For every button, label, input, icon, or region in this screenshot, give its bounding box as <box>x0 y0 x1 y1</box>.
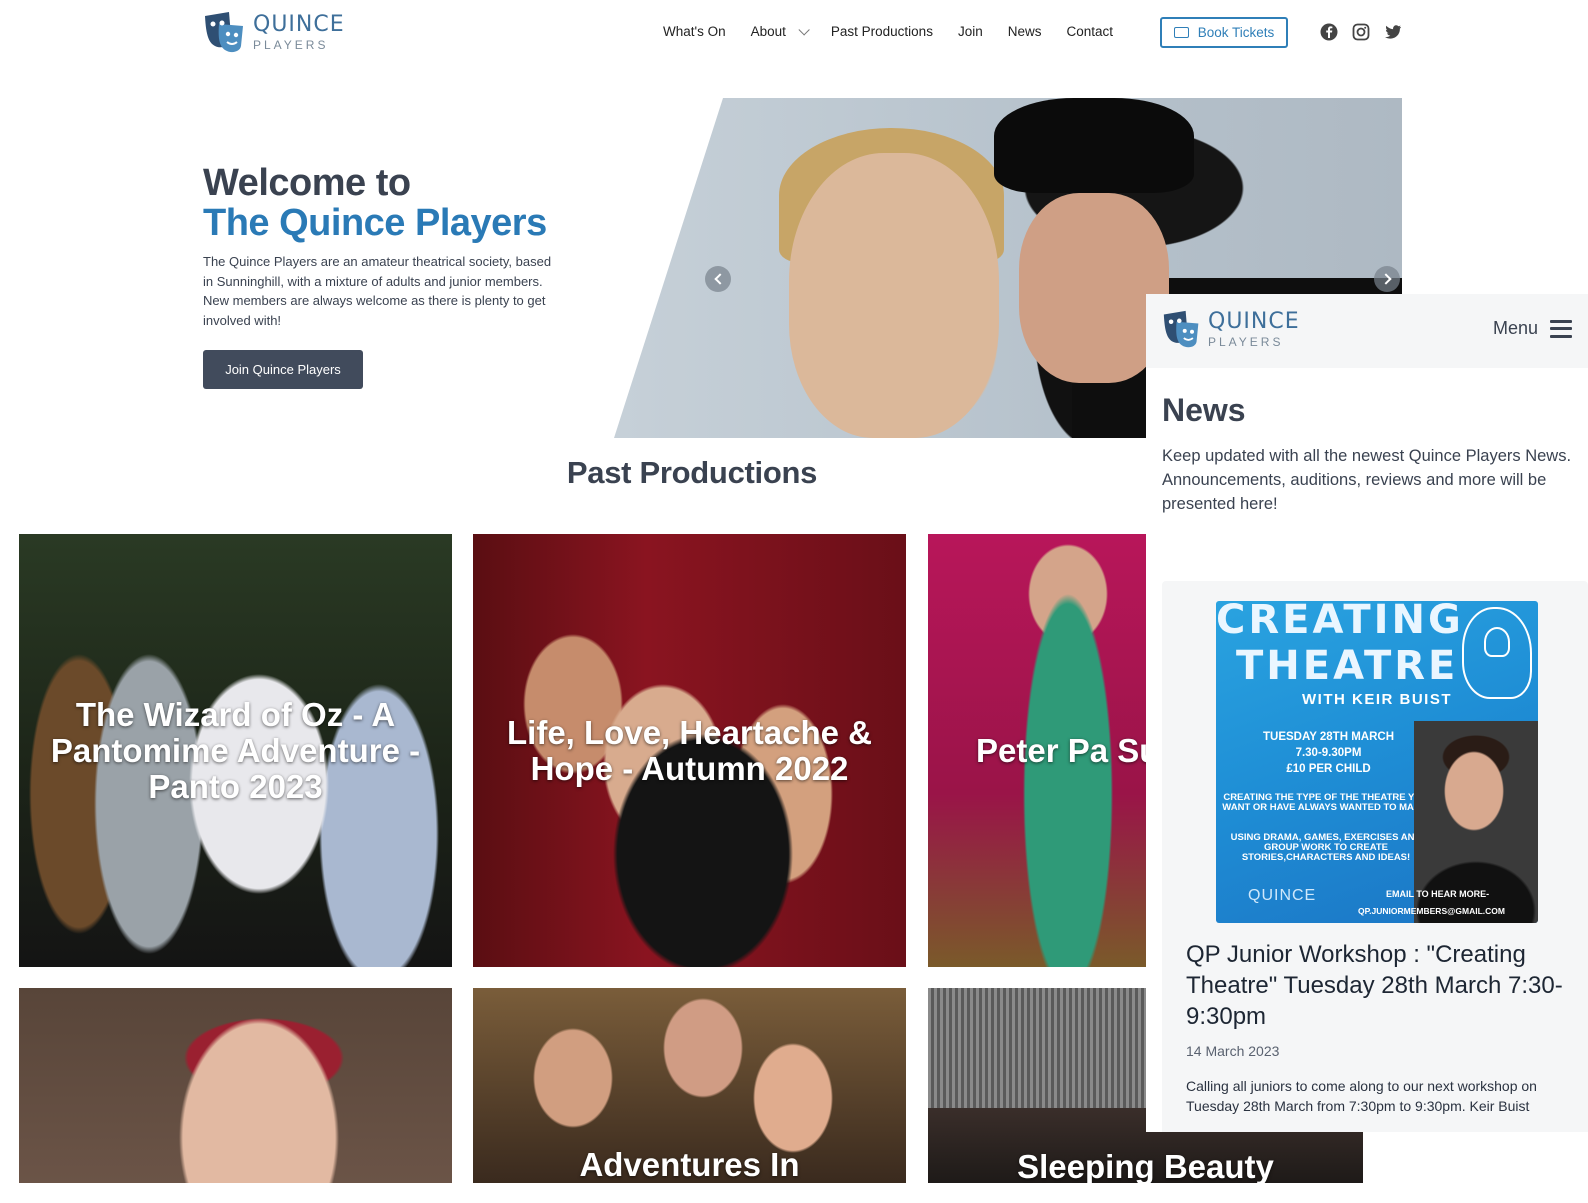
nav-past-productions[interactable]: Past Productions <box>831 24 933 39</box>
carousel-prev-button[interactable] <box>705 266 731 292</box>
book-tickets-label: Book Tickets <box>1197 25 1275 40</box>
news-intro: Keep updated with all the newest Quince … <box>1162 447 1572 513</box>
mobile-menu-button[interactable]: Menu <box>1493 318 1572 339</box>
nav-news[interactable]: News <box>1008 24 1042 39</box>
article-poster-image: CREATING THEATRE WITH KEIR BUIST TUESDAY… <box>1216 601 1538 923</box>
article-date: 14 March 2023 <box>1186 1043 1280 1059</box>
mobile-site-logo[interactable]: QUINCE PLAYERS <box>1162 309 1300 349</box>
poster-date: TUESDAY 28TH MARCH 7.30-9.30PM £10 PER C… <box>1263 731 1394 775</box>
poster-line1: CREATING <box>1216 601 1464 643</box>
logo-word-players: PLAYERS <box>1208 334 1284 349</box>
hero-title-line2: The Quince Players <box>203 202 547 244</box>
production-card-wizard-of-oz[interactable]: The Wizard of Oz - A Pantomime Adventure… <box>19 534 452 967</box>
theatre-masks-icon <box>1162 309 1202 349</box>
article-title[interactable]: QP Junior Workshop : "Creating Theatre" … <box>1186 939 1566 1032</box>
join-quince-players-button[interactable]: Join Quince Players <box>203 350 363 389</box>
logo-word-players: PLAYERS <box>253 37 329 52</box>
nav-about[interactable]: About <box>750 23 810 39</box>
instagram-icon[interactable] <box>1352 23 1370 41</box>
chevron-left-icon <box>713 273 726 285</box>
menu-label: Menu <box>1492 318 1538 338</box>
production-card-adventures[interactable]: Adventures In <box>473 988 906 1183</box>
main-nav: What's On About Past Productions Join Ne… <box>663 23 1138 39</box>
site-logo[interactable]: QUINCE PLAYERS <box>203 10 345 54</box>
nav-whats-on[interactable]: What's On <box>663 24 726 39</box>
lightbulb-head-icon <box>1462 607 1532 699</box>
ticket-icon <box>1173 27 1189 38</box>
hero-title-line1: Welcome to <box>203 162 411 204</box>
facebook-icon[interactable] <box>1320 23 1338 41</box>
production-card-4[interactable] <box>19 988 452 1183</box>
chevron-right-icon <box>1379 273 1392 285</box>
production-card-life-love[interactable]: Life, Love, Heartache & Hope - Autumn 20… <box>473 534 906 967</box>
poster-line2: THEATRE <box>1236 643 1459 689</box>
twitter-icon[interactable] <box>1384 23 1402 41</box>
news-heading: News <box>1162 392 1246 428</box>
poster-blurb2: USING DRAMA, GAMES, EXERCISES AND GROUP … <box>1230 832 1422 863</box>
production-card-title: Adventures In <box>579 1146 800 1183</box>
nav-about-label: About <box>750 24 786 39</box>
mobile-header: QUINCE PLAYERS Menu <box>1146 294 1588 368</box>
poster-email-label: EMAIL TO HEAR MORE- <box>1386 889 1490 899</box>
logo-word-quince: QUINCE <box>1208 308 1300 334</box>
hero-description: The Quince Players are an amateur theatr… <box>203 254 552 328</box>
nav-contact[interactable]: Contact <box>1066 24 1113 39</box>
production-card-title: Life, Love, Heartache & Hope - Autumn 20… <box>507 713 872 787</box>
theatre-masks-icon <box>203 10 247 54</box>
photo-woman-face <box>789 153 999 438</box>
news-article-card[interactable]: CREATING THEATRE WITH KEIR BUIST TUESDAY… <box>1162 581 1588 1132</box>
logo-word-quince: QUINCE <box>253 11 345 37</box>
photo-bowler-hat <box>994 98 1194 193</box>
carousel-next-button[interactable] <box>1374 266 1400 292</box>
book-tickets-button[interactable]: Book Tickets <box>1160 17 1288 48</box>
mobile-news-view: QUINCE PLAYERS Menu News Keep updated wi… <box>1146 294 1588 1132</box>
nav-join[interactable]: Join <box>958 24 983 39</box>
hamburger-icon <box>1550 319 1572 338</box>
production-card-title: Sleeping Beauty <box>1017 1148 1274 1183</box>
production-card-title: The Wizard of Oz - A Pantomime Adventure… <box>50 695 421 805</box>
poster-blurb1: CREATING THE TYPE OF THE THEATRE YOU WAN… <box>1222 792 1430 813</box>
article-excerpt: Calling all juniors to come along to our… <box>1186 1078 1537 1114</box>
chevron-down-icon <box>798 23 810 36</box>
poster-logo: QUINCE <box>1248 887 1317 904</box>
social-links <box>1320 23 1416 41</box>
poster-line3: WITH KEIR BUIST <box>1302 691 1452 708</box>
hero-title: Welcome to The Quince Players <box>203 163 547 243</box>
poster-email: QP.JUNIORMEMBERS@GMAIL.COM <box>1358 906 1505 916</box>
